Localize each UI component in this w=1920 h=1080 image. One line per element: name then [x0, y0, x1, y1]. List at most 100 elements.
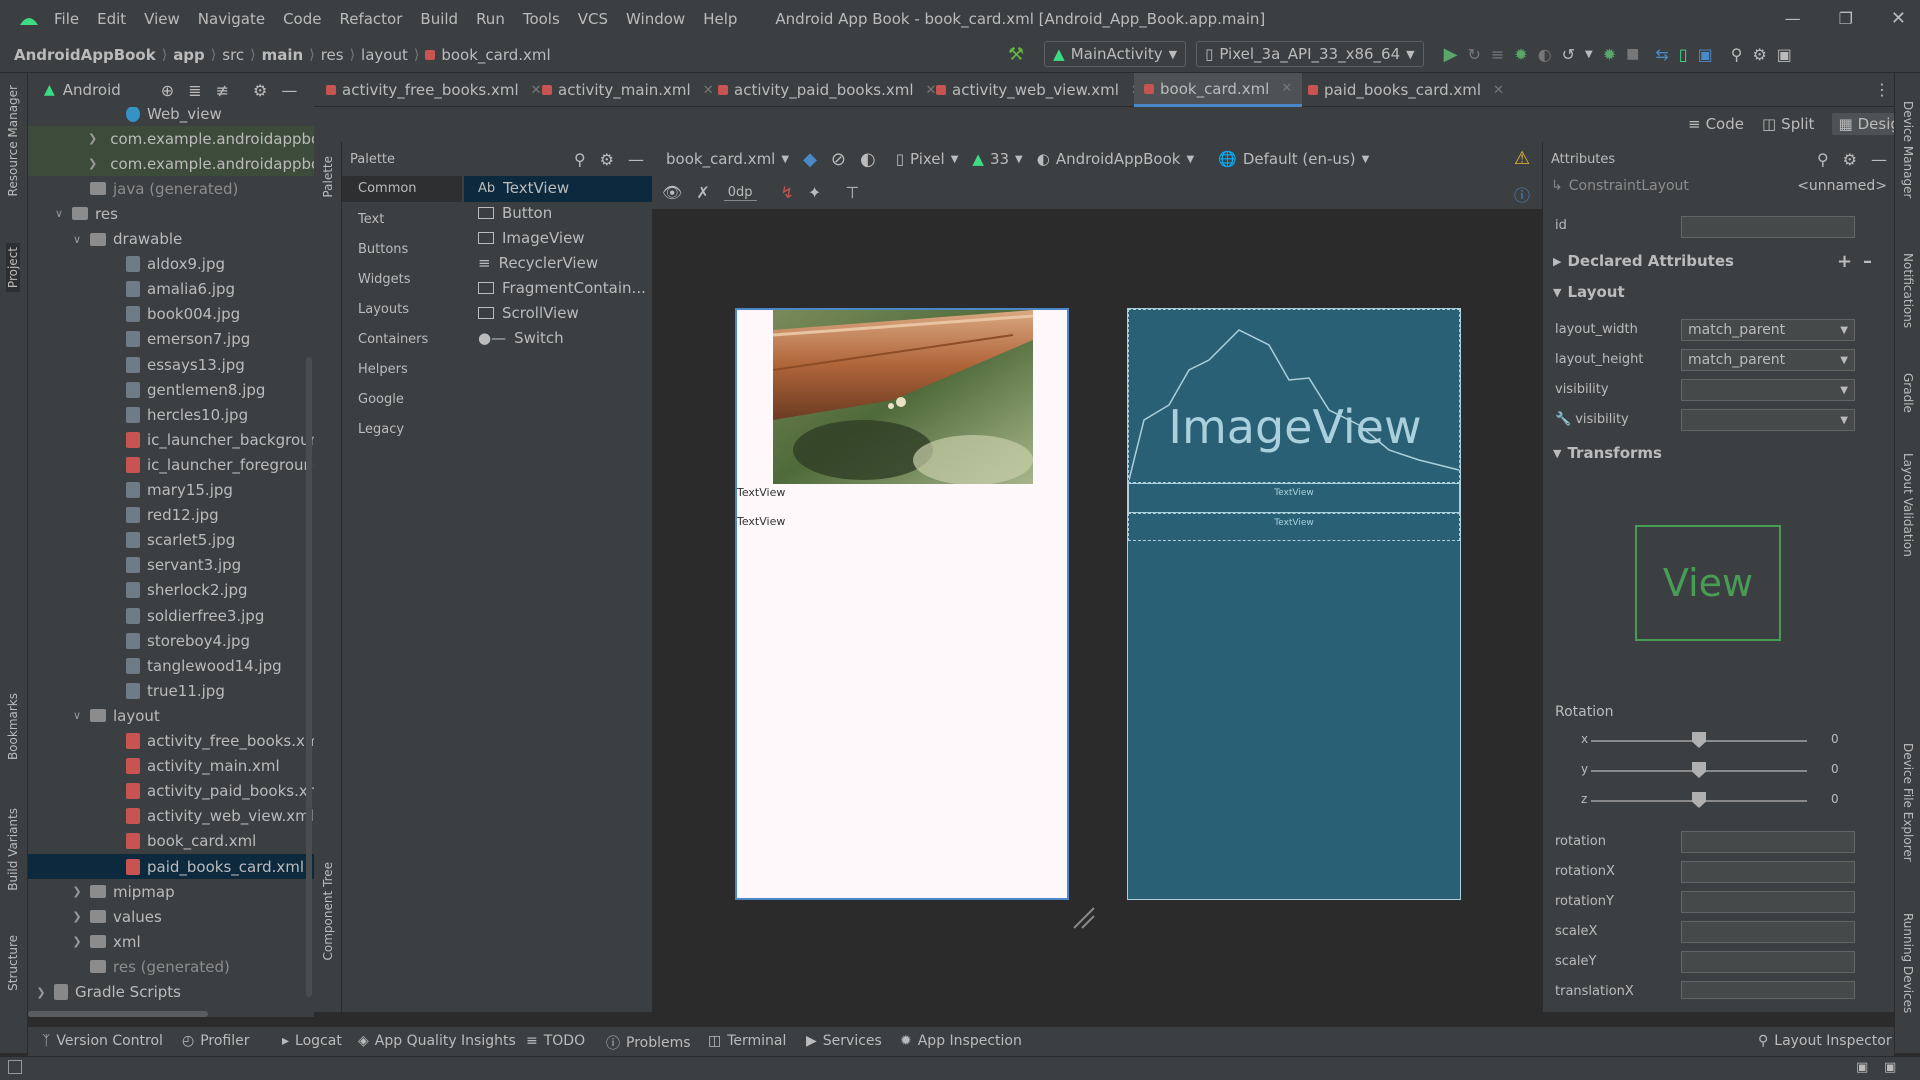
rerun-icon[interactable]: ↻: [1467, 45, 1480, 64]
theme-dropdown[interactable]: ◐ AndroidAppBook ▼: [1037, 150, 1194, 168]
device-dropdown[interactable]: ▯ Pixel_3a_API_33_x86_64 ▼: [1196, 41, 1424, 67]
expand-all-icon[interactable]: ≣: [188, 81, 201, 100]
tree-item[interactable]: sherlock2.jpg: [106, 578, 248, 603]
palette-settings-icon[interactable]: ⚙: [600, 150, 614, 169]
rotation-input[interactable]: [1681, 831, 1855, 853]
profile-icon[interactable]: ◐: [1538, 45, 1552, 64]
category-buttons[interactable]: Buttons: [358, 242, 408, 257]
infer-constraints-icon[interactable]: ✦: [808, 183, 821, 202]
tree-item[interactable]: hercles10.jpg: [106, 402, 248, 427]
category-legacy[interactable]: Legacy: [358, 422, 404, 437]
project-tab[interactable]: Project: [6, 243, 20, 293]
menu-window[interactable]: Window: [626, 10, 685, 28]
tree-item[interactable]: res (generated): [70, 954, 230, 979]
chevron-right-icon[interactable]: ❯: [70, 910, 84, 923]
layout-inspector-button[interactable]: ⚲ Layout Inspector: [1758, 1033, 1892, 1049]
tree-item[interactable]: servant3.jpg: [106, 553, 241, 578]
menu-edit[interactable]: Edit: [97, 10, 126, 28]
crumb-main[interactable]: main: [262, 46, 304, 64]
device-file-explorer-tab[interactable]: Device File Explorer: [1901, 743, 1915, 862]
layout-validation-tab[interactable]: Layout Validation: [1901, 453, 1915, 557]
close-tab-icon[interactable]: ✕: [703, 83, 714, 98]
attributes-search-icon[interactable]: ⚲: [1817, 150, 1829, 169]
tree-item[interactable]: tanglewood14.jpg: [106, 653, 282, 678]
tree-item[interactable]: ❯ com.example.androidappbo: [28, 151, 314, 177]
design-preview[interactable]: TextView TextView: [735, 308, 1069, 900]
default-margin-field[interactable]: 0dp: [723, 185, 757, 201]
sdk-manager-icon[interactable]: ▣: [1698, 45, 1713, 64]
tab-activity-web-view[interactable]: activity_web_view.xml✕: [936, 73, 1142, 107]
tree-horizontal-scrollbar[interactable]: [28, 1011, 208, 1017]
tree-item[interactable]: amalia6.jpg: [106, 277, 235, 302]
tree-item[interactable]: aldox9.jpg: [106, 252, 225, 277]
preview-imageview[interactable]: [773, 310, 1033, 484]
tree-item[interactable]: Web_view: [106, 107, 222, 126]
category-widgets[interactable]: Widgets: [358, 272, 411, 287]
rotation-z-thumb[interactable]: [1692, 792, 1706, 808]
options-gear-icon[interactable]: ⚙: [253, 81, 267, 100]
run-more-icon[interactable]: ▼: [1585, 49, 1593, 60]
code-mode-button[interactable]: ≡ Code: [1688, 115, 1744, 133]
component-tree-tab[interactable]: Component Tree: [321, 862, 335, 960]
palette-tab[interactable]: Palette: [321, 156, 335, 198]
palette-item-recyclerview[interactable]: ≡ RecyclerView: [478, 254, 598, 272]
tree-item[interactable]: ❯ com.example.androidappbo: [28, 126, 314, 152]
declared-attributes-section[interactable]: ▶ Declared Attributes + –: [1547, 248, 1883, 274]
device-manager-tab[interactable]: Device Manager: [1901, 101, 1915, 198]
close-tab-icon[interactable]: ✕: [926, 83, 937, 98]
profiler-button[interactable]: ◴ Profiler: [182, 1033, 250, 1049]
close-window-icon[interactable]: ✕: [1891, 8, 1906, 29]
palette-item-imageview[interactable]: ImageView: [478, 229, 585, 247]
notifications-tab[interactable]: Notifications: [1901, 253, 1915, 328]
rotationx-input[interactable]: [1681, 861, 1855, 883]
crumb-app[interactable]: app: [173, 46, 205, 64]
chevron-down-icon[interactable]: ∨: [70, 709, 84, 722]
blueprint-textview-2[interactable]: TextView: [1128, 513, 1460, 541]
visibility-dropdown[interactable]: ▼: [1681, 379, 1855, 401]
crumb-file[interactable]: book_card.xml: [441, 46, 550, 64]
menu-view[interactable]: View: [144, 10, 180, 28]
preview-textview-2[interactable]: TextView: [737, 515, 785, 528]
crumb-project[interactable]: AndroidAppBook: [14, 46, 156, 64]
rotationy-input[interactable]: [1681, 891, 1855, 913]
project-view-dropdown[interactable]: Android: [63, 81, 121, 99]
scaley-input[interactable]: [1681, 951, 1855, 973]
stop-icon[interactable]: ■: [1626, 46, 1639, 62]
layout-height-dropdown[interactable]: match_parent ▼: [1681, 349, 1855, 371]
sync-gradle-icon[interactable]: ⇆: [1655, 45, 1668, 64]
tree-item[interactable]: ❯ xml: [70, 929, 140, 954]
night-mode-icon[interactable]: ◐: [860, 149, 876, 170]
hammer-build-icon[interactable]: ⚒: [1008, 44, 1024, 65]
memory-indicator-icon[interactable]: ▣: [1856, 1060, 1868, 1075]
hide-panel-icon[interactable]: —: [281, 81, 297, 100]
menu-file[interactable]: File: [54, 10, 79, 28]
palette-hide-icon[interactable]: —: [628, 150, 644, 169]
locale-dropdown[interactable]: 🌐 Default (en-us) ▼: [1218, 150, 1369, 168]
tree-item[interactable]: storeboy4.jpg: [106, 628, 250, 653]
menu-navigate[interactable]: Navigate: [198, 10, 265, 28]
tree-item[interactable]: true11.jpg: [106, 678, 225, 703]
app-quality-insights-button[interactable]: ◈ App Quality Insights: [358, 1033, 516, 1049]
tree-item[interactable]: ❯ mipmap: [70, 879, 174, 904]
resize-handle-icon[interactable]: [1070, 904, 1096, 930]
tree-item[interactable]: activity_web_view.xml: [106, 804, 314, 829]
tree-item[interactable]: essays13.jpg: [106, 352, 245, 377]
guidelines-icon[interactable]: ⊤: [845, 183, 859, 202]
tree-item[interactable]: activity_main.xml: [106, 754, 280, 779]
chevron-down-icon[interactable]: ∨: [70, 233, 84, 246]
palette-item-scrollview[interactable]: ScrollView: [478, 304, 579, 322]
todo-button[interactable]: ≡ TODO: [526, 1033, 585, 1049]
palette-item-button[interactable]: Button: [478, 204, 552, 222]
tree-item[interactable]: emerson7.jpg: [106, 327, 250, 352]
toggle-tool-windows-icon[interactable]: [8, 1060, 22, 1074]
crumb-src[interactable]: src: [222, 46, 244, 64]
logcat-button[interactable]: ▸ Logcat: [282, 1033, 342, 1049]
close-tab-icon[interactable]: ✕: [1281, 81, 1292, 96]
problems-button[interactable]: ⓘ Problems: [606, 1033, 691, 1053]
palette-search-icon[interactable]: ⚲: [574, 150, 586, 169]
blueprint-textview-1[interactable]: TextView: [1128, 483, 1460, 513]
tree-item[interactable]: ∨ drawable: [70, 227, 182, 252]
tree-item[interactable]: ❯ values: [70, 904, 161, 929]
lock-icon[interactable]: ▣: [1884, 1060, 1896, 1075]
tab-book-card[interactable]: book_card.xml ✕: [1134, 73, 1303, 107]
